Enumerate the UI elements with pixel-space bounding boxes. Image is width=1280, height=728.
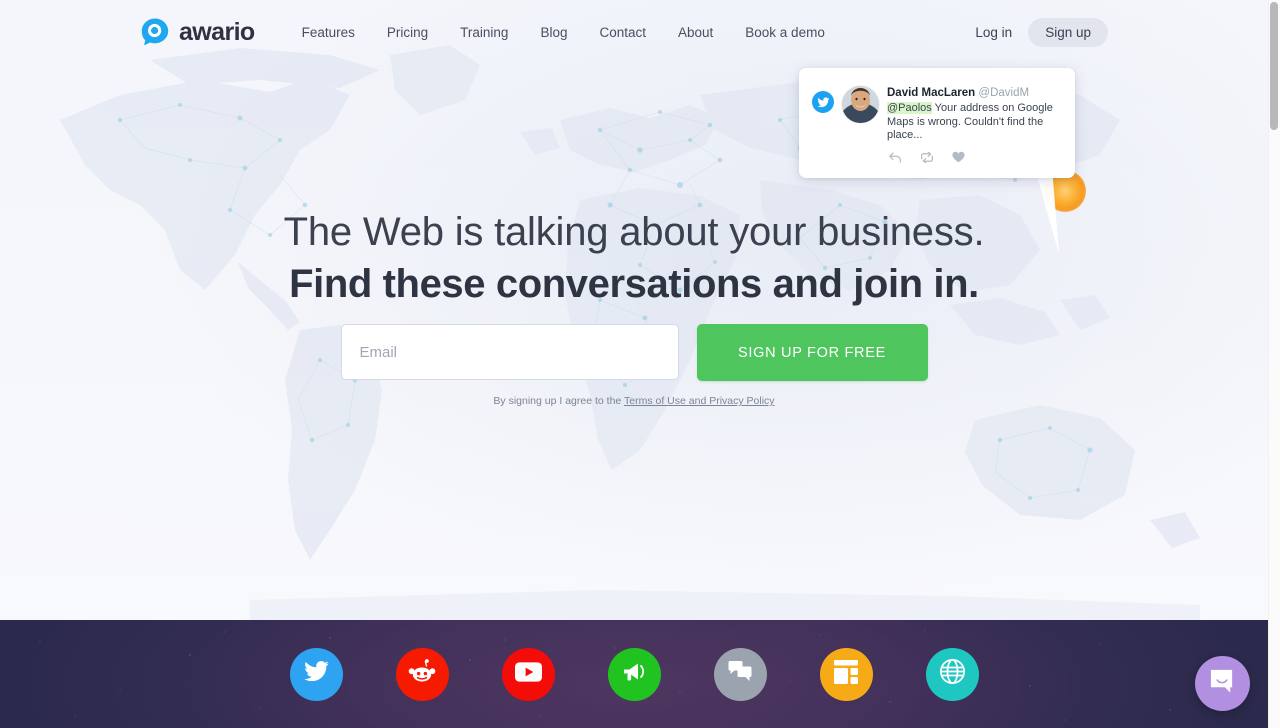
tweet-mention: @Paolos [887, 102, 932, 114]
hero-section: awario Features Pricing Training Blog Co… [0, 0, 1268, 620]
tweet-author-handle: @DavidM [978, 87, 1030, 99]
signup-for-free-button[interactable]: SIGN UP FOR FREE [696, 324, 928, 381]
brand-logo[interactable]: awario [140, 17, 255, 47]
signup-button[interactable]: Sign up [1028, 17, 1108, 47]
vertical-scrollbar[interactable] [1268, 0, 1280, 728]
retweet-icon[interactable] [920, 150, 934, 168]
nav-links: Features Pricing Training Blog Contact A… [286, 19, 841, 46]
tweet-callout[interactable]: David MacLaren @DavidM @Paolos Your addr… [799, 68, 1075, 254]
social-source-forums[interactable] [713, 647, 767, 701]
user-avatar-icon [842, 86, 879, 123]
nav-link-book-a-demo[interactable]: Book a demo [729, 19, 841, 46]
reply-icon[interactable] [889, 150, 902, 168]
heart-icon[interactable] [952, 150, 965, 168]
email-input[interactable] [340, 324, 679, 380]
social-source-news[interactable] [607, 647, 661, 701]
megaphone-icon [621, 659, 647, 690]
social-sources-row [0, 620, 1268, 728]
nav-link-blog[interactable]: Blog [524, 19, 583, 46]
twitter-icon [303, 658, 330, 690]
nav-link-pricing[interactable]: Pricing [371, 19, 444, 46]
reddit-icon [408, 658, 436, 691]
top-navigation: awario Features Pricing Training Blog Co… [0, 0, 1268, 64]
signup-form: SIGN UP FOR FREE [0, 324, 1268, 381]
comments-icon [727, 660, 753, 688]
twitter-bird-icon [812, 91, 834, 113]
nav-link-features[interactable]: Features [286, 19, 371, 46]
terms-notice: By signing up I agree to the Terms of Us… [0, 395, 1268, 407]
social-sources-band [0, 620, 1268, 728]
tweet-body: David MacLaren @DavidM @Paolos Your addr… [887, 80, 1062, 168]
tweet-author-name: David MacLaren [887, 87, 976, 99]
page-root: awario Features Pricing Training Blog Co… [0, 0, 1280, 728]
nav-account-actions: Log in Sign up [963, 17, 1108, 47]
terms-link[interactable]: Terms of Use and Privacy Policy [624, 395, 775, 407]
nav-link-contact[interactable]: Contact [583, 19, 662, 46]
social-source-twitter[interactable] [289, 647, 343, 701]
headline-line-2: Find these conversations and join in. [289, 262, 979, 306]
chat-widget-button[interactable] [1195, 656, 1250, 711]
social-source-youtube[interactable] [501, 647, 555, 701]
world-map-network-background-icon [0, 0, 1268, 620]
scrollbar-thumb[interactable] [1270, 2, 1278, 130]
social-source-web[interactable] [925, 647, 979, 701]
social-source-reddit[interactable] [395, 647, 449, 701]
login-link[interactable]: Log in [963, 19, 1024, 46]
headline-line-1: The Web is talking about your business. [283, 210, 985, 254]
awario-speech-bubble-search-logo-icon [140, 17, 170, 47]
terms-prefix: By signing up I agree to the [493, 395, 624, 407]
hero-headline: The Web is talking about your business. … [0, 206, 1268, 310]
tweet-actions [887, 150, 1062, 168]
youtube-icon [514, 661, 542, 687]
globe-icon [939, 658, 966, 690]
intercom-chat-smile-icon [1209, 668, 1236, 700]
tweet-text: @Paolos Your address on Google Maps is w… [887, 102, 1062, 143]
tweet-card[interactable]: David MacLaren @DavidM @Paolos Your addr… [799, 68, 1075, 178]
nav-link-about[interactable]: About [662, 19, 729, 46]
brand-name: awario [179, 17, 255, 46]
nav-link-training[interactable]: Training [444, 19, 524, 46]
social-source-blogs[interactable] [819, 647, 873, 701]
layout-icon [834, 659, 858, 689]
tweet-author: David MacLaren @DavidM [887, 86, 1062, 100]
